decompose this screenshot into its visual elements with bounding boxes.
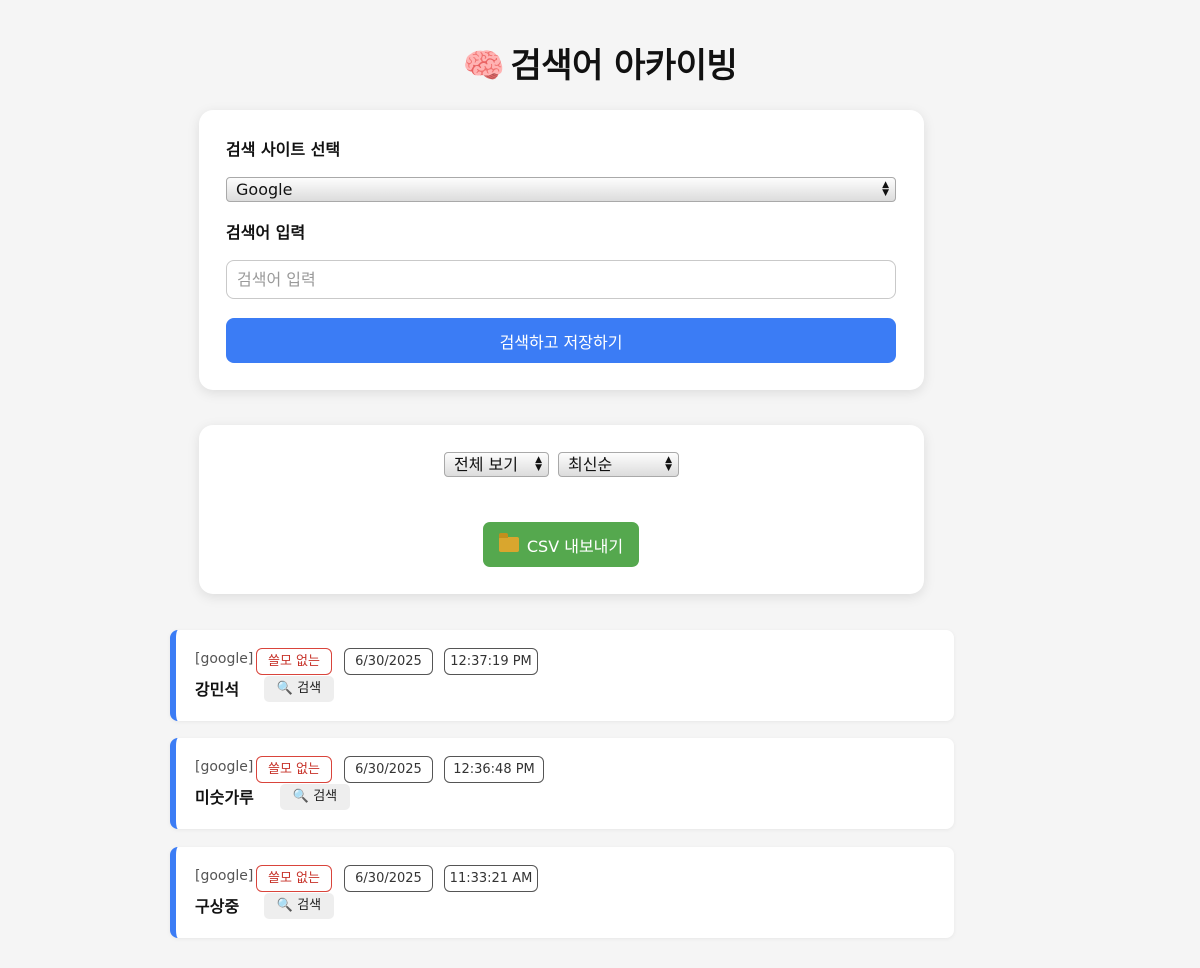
select-arrows-icon: ▲ ▼: [665, 455, 672, 473]
entry-search-link[interactable]: 🔍 검색: [280, 784, 350, 810]
entry-date: 6/30/2025: [344, 648, 433, 675]
entry-date: 6/30/2025: [344, 865, 433, 892]
entry-time: 11:33:21 AM: [444, 865, 538, 892]
select-arrows-icon: ▲ ▼: [535, 455, 542, 473]
entry-keyword: 강민석: [195, 680, 240, 699]
site-select-label: 검색 사이트 선택: [226, 140, 341, 159]
controls-card: 전체 보기 ▲ ▼ 최신순 ▲ ▼ CSV 내보내기: [199, 425, 924, 594]
archive-entry: [google] 쓸모 없는 6/30/2025 12:37:19 PM 강민석…: [170, 630, 954, 721]
site-select-value: Google: [236, 180, 293, 199]
entry-date: 6/30/2025: [344, 756, 433, 783]
site-select[interactable]: Google ▲ ▼: [226, 177, 896, 202]
archive-entry: [google] 쓸모 없는 6/30/2025 12:36:48 PM 미숫가…: [170, 738, 954, 829]
query-input[interactable]: [226, 260, 896, 299]
folder-icon: [498, 533, 519, 552]
entry-site: [google]: [195, 759, 254, 775]
entry-tag: 쓸모 없는: [256, 756, 332, 783]
entry-keyword: 구상중: [195, 897, 240, 916]
entry-time: 12:37:19 PM: [444, 648, 538, 675]
search-save-button[interactable]: 검색하고 저장하기: [226, 318, 896, 363]
sort-select-value: 최신순: [568, 455, 613, 474]
archive-entry: [google] 쓸모 없는 6/30/2025 11:33:21 AM 구상중…: [170, 847, 954, 938]
entry-time: 12:36:48 PM: [444, 756, 544, 783]
select-arrows-icon: ▲ ▼: [882, 180, 889, 198]
entry-site: [google]: [195, 651, 254, 667]
csv-export-button[interactable]: CSV 내보내기: [483, 522, 639, 567]
csv-export-label: CSV 내보내기: [526, 536, 624, 556]
page-title-text: 검색어 아카이빙: [510, 46, 738, 86]
query-label: 검색어 입력: [226, 223, 306, 242]
brain-icon: 🧠: [462, 46, 505, 86]
page-title: 🧠 검색어 아카이빙: [0, 38, 1200, 87]
filter-select-value: 전체 보기: [454, 455, 518, 474]
entry-tag: 쓸모 없는: [256, 865, 332, 892]
entry-search-link[interactable]: 🔍 검색: [264, 893, 334, 919]
entry-site: [google]: [195, 868, 254, 884]
search-form-card: 검색 사이트 선택 Google ▲▼ 검색어 입력 검색하고 저장하기: [199, 110, 924, 390]
entry-search-link[interactable]: 🔍 검색: [264, 676, 334, 702]
entry-keyword: 미숫가루: [195, 788, 254, 807]
sort-select[interactable]: 최신순 ▲ ▼: [558, 452, 679, 477]
filter-select[interactable]: 전체 보기 ▲ ▼: [444, 452, 549, 477]
entry-tag: 쓸모 없는: [256, 648, 332, 675]
